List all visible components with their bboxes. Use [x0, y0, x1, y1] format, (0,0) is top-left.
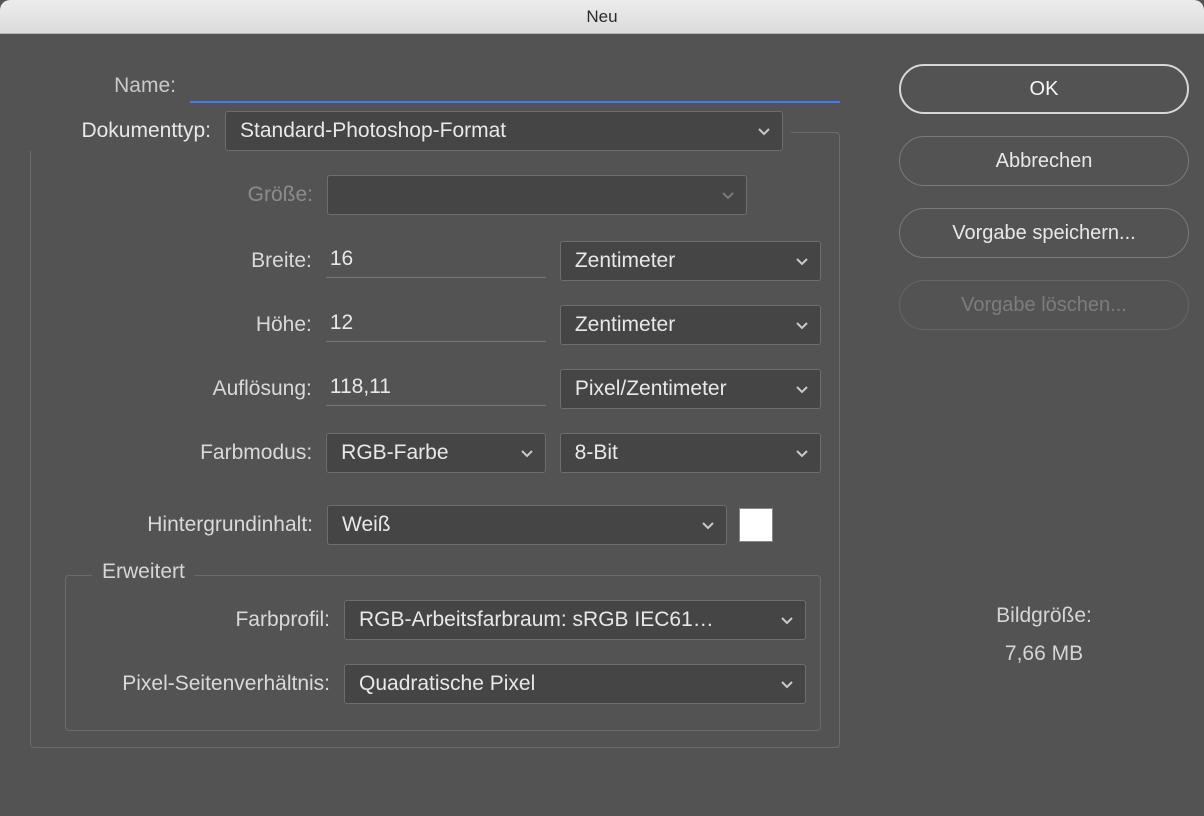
resolution-row: Auflösung: Pixel/Zentimeter — [37, 367, 821, 411]
chevron-down-icon — [794, 445, 810, 461]
chevron-down-icon — [756, 123, 772, 139]
chevron-down-icon — [720, 187, 736, 203]
main-panel: Name: Dokumenttyp: Standard-Photoshop-Fo… — [0, 34, 870, 816]
window-titlebar: Neu — [0, 0, 1204, 34]
resolution-unit-select[interactable]: Pixel/Zentimeter — [560, 369, 821, 409]
delete-preset-button: Vorgabe löschen... — [899, 280, 1189, 330]
color-mode-row: Farbmodus: RGB-Farbe 8-Bit — [37, 431, 821, 475]
chevron-down-icon — [700, 517, 716, 533]
cancel-button[interactable]: Abbrechen — [899, 136, 1189, 186]
background-row: Hintergrundinhalt: Weiß — [37, 503, 821, 547]
doc-type-label: Dokumenttyp: — [25, 119, 225, 143]
document-type-group: Dokumenttyp: Standard-Photoshop-Format G… — [30, 132, 840, 748]
width-row: Breite: Zentimeter — [37, 239, 821, 283]
size-row: Größe: — [37, 173, 821, 217]
background-select[interactable]: Weiß — [327, 505, 727, 545]
height-label: Höhe: — [37, 313, 326, 337]
pixel-aspect-label: Pixel-Seitenverhältnis: — [72, 672, 344, 696]
width-input[interactable] — [326, 244, 546, 278]
chevron-down-icon — [794, 317, 810, 333]
pixel-aspect-select[interactable]: Quadratische Pixel — [344, 664, 806, 704]
name-row: Name: — [30, 64, 840, 108]
image-size-label: Bildgröße: — [996, 604, 1092, 628]
ok-button[interactable]: OK — [899, 64, 1189, 114]
height-input[interactable] — [326, 308, 546, 342]
size-select[interactable] — [327, 175, 747, 215]
color-mode-select[interactable]: RGB-Farbe — [326, 433, 545, 473]
image-size-block: Bildgröße: 7,66 MB — [996, 604, 1092, 666]
color-profile-row: Farbprofil: RGB-Arbeitsfarbraum: sRGB IE… — [72, 598, 806, 642]
name-input[interactable] — [190, 69, 840, 103]
chevron-down-icon — [779, 612, 795, 628]
size-label: Größe: — [37, 183, 327, 207]
color-profile-label: Farbprofil: — [72, 608, 344, 632]
background-swatch[interactable] — [739, 508, 773, 542]
chevron-down-icon — [779, 676, 795, 692]
save-preset-button[interactable]: Vorgabe speichern... — [899, 208, 1189, 258]
bit-depth-select[interactable]: 8-Bit — [560, 433, 821, 473]
width-label: Breite: — [37, 249, 326, 273]
image-size-value: 7,66 MB — [996, 642, 1092, 666]
resolution-label: Auflösung: — [37, 377, 326, 401]
color-profile-select[interactable]: RGB-Arbeitsfarbraum: sRGB IEC61… — [344, 600, 806, 640]
height-unit-select[interactable]: Zentimeter — [560, 305, 821, 345]
advanced-group: Erweitert Farbprofil: RGB-Arbeitsfarbrau… — [65, 575, 821, 731]
background-label: Hintergrundinhalt: — [37, 513, 327, 537]
pixel-aspect-row: Pixel-Seitenverhältnis: Quadratische Pix… — [72, 662, 806, 706]
doc-type-select[interactable]: Standard-Photoshop-Format — [225, 111, 783, 151]
advanced-title: Erweitert — [92, 560, 195, 584]
height-row: Höhe: Zentimeter — [37, 303, 821, 347]
sidebar: OK Abbrechen Vorgabe speichern... Vorgab… — [884, 34, 1204, 816]
width-unit-select[interactable]: Zentimeter — [560, 241, 821, 281]
chevron-down-icon — [794, 253, 810, 269]
chevron-down-icon — [794, 381, 810, 397]
name-label: Name: — [30, 74, 190, 98]
resolution-input[interactable] — [326, 372, 546, 406]
color-mode-label: Farbmodus: — [37, 441, 326, 465]
chevron-down-icon — [519, 445, 535, 461]
